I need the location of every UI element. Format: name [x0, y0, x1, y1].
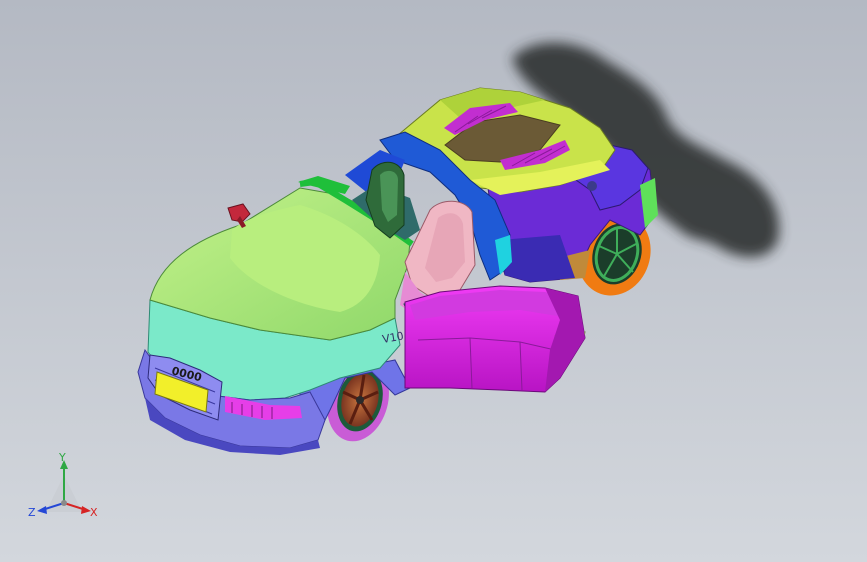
triad-y-label: Y	[58, 451, 66, 464]
cad-graphics-viewport[interactable]: 0000 V10 Y X Z	[0, 0, 867, 562]
model-canvas[interactable]: 0000 V10 Y X Z	[0, 0, 867, 562]
triad-origin	[61, 500, 67, 506]
front-hub	[356, 396, 364, 404]
triad-x-label: X	[90, 506, 98, 519]
fuel-cap	[587, 181, 597, 191]
triad-z-label: Z	[28, 506, 36, 519]
